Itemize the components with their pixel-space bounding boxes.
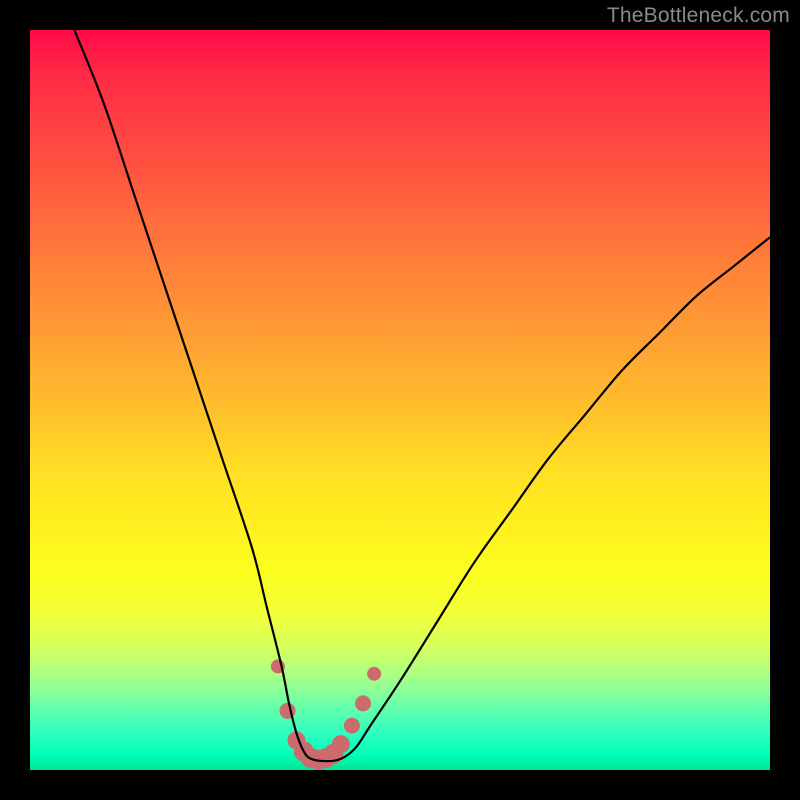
marker-group (271, 659, 381, 769)
marker-dot (355, 695, 371, 711)
watermark-text: TheBottleneck.com (607, 4, 790, 28)
marker-dot (367, 667, 381, 681)
plot-area (30, 30, 770, 770)
chart-svg (30, 30, 770, 770)
bottleneck-curve (74, 30, 770, 761)
marker-dot (344, 718, 360, 734)
marker-dot (332, 735, 350, 753)
outer-frame: TheBottleneck.com (0, 0, 800, 800)
